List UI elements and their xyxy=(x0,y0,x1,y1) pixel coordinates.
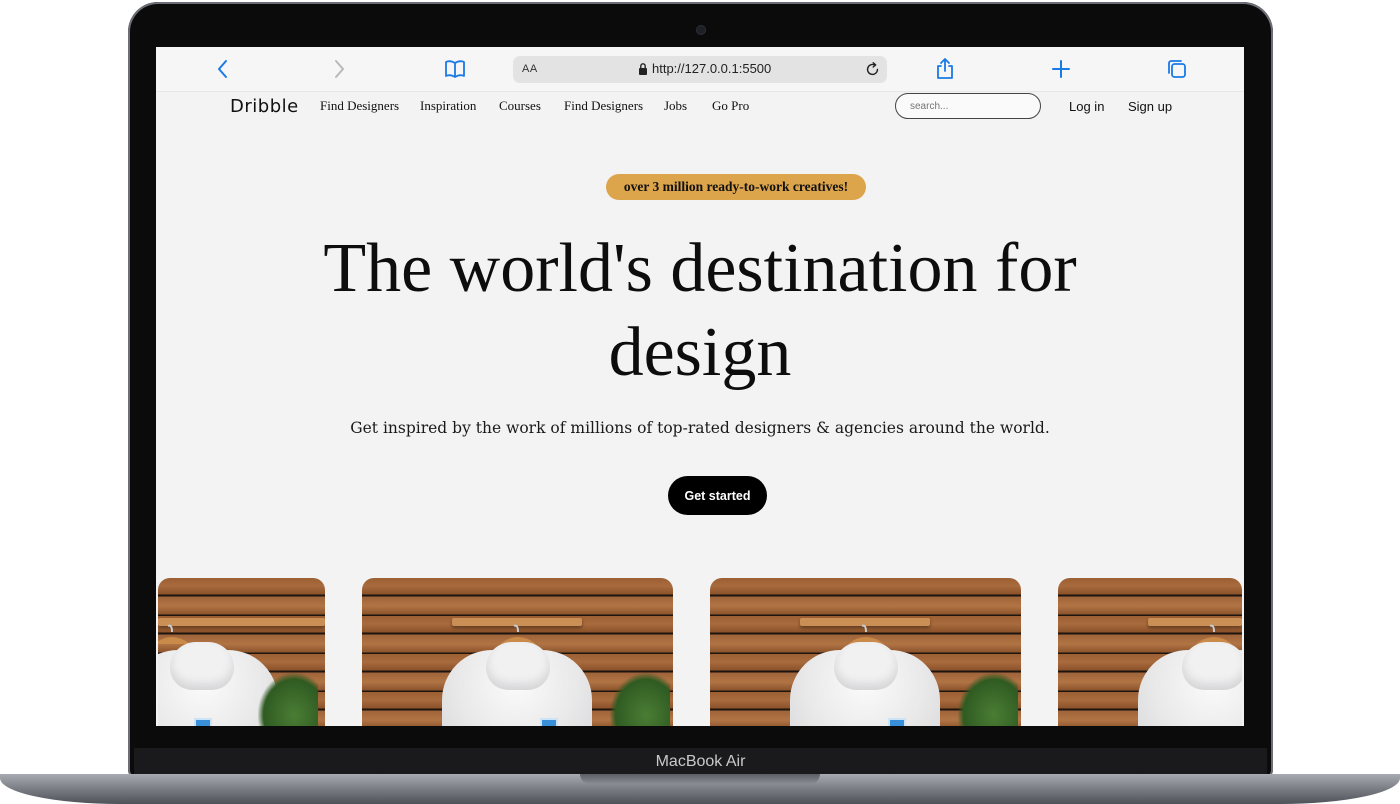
patch xyxy=(540,718,558,726)
plant xyxy=(958,673,1018,726)
nav-link-courses[interactable]: Courses xyxy=(499,98,541,114)
hood xyxy=(1182,642,1242,690)
lock-icon xyxy=(639,63,647,75)
hoodie-card-3[interactable] xyxy=(710,578,1021,726)
get-started-button[interactable]: Get started xyxy=(668,476,767,515)
new-tab-plus-icon[interactable] xyxy=(1049,57,1073,81)
patch xyxy=(194,718,212,726)
hood xyxy=(170,642,234,690)
hero-badge: over 3 million ready-to-work creatives! xyxy=(606,174,866,200)
hoodie-card-1[interactable] xyxy=(158,578,325,726)
nav-link-find-designers-2[interactable]: Find Designers xyxy=(564,98,643,114)
share-icon[interactable] xyxy=(933,57,957,81)
hero-subtitle: Get inspired by the work of millions of … xyxy=(350,419,1050,437)
text-size-button[interactable]: AA xyxy=(522,63,538,75)
browser-toolbar: AA http://127.0.0.1:5500 xyxy=(156,47,1244,92)
laptop-notch xyxy=(580,774,820,784)
nav-link-find-designers[interactable]: Find Designers xyxy=(320,98,399,114)
site-logo[interactable]: Dribble xyxy=(230,96,299,117)
device-label: MacBook Air xyxy=(655,753,746,770)
screen: AA http://127.0.0.1:5500 Dribble Find De… xyxy=(156,47,1244,726)
plant xyxy=(610,673,670,726)
patch xyxy=(888,718,906,726)
reload-icon[interactable] xyxy=(864,61,881,78)
hero-headline: The world's destination for design xyxy=(323,230,1077,391)
tabs-overview-icon[interactable] xyxy=(1165,57,1189,81)
camera-icon xyxy=(697,26,705,34)
hood xyxy=(834,642,898,690)
forward-chevron-icon[interactable] xyxy=(327,57,351,81)
hoodie-card-2[interactable] xyxy=(362,578,673,726)
signup-link[interactable]: Sign up xyxy=(1128,99,1172,114)
plant xyxy=(258,673,318,726)
hood xyxy=(486,642,550,690)
back-chevron-icon[interactable] xyxy=(211,57,235,81)
url-text[interactable]: http://127.0.0.1:5500 xyxy=(652,61,771,76)
address-bar[interactable]: AA http://127.0.0.1:5500 xyxy=(513,56,887,83)
login-link[interactable]: Log in xyxy=(1069,99,1104,114)
nav-link-go-pro[interactable]: Go Pro xyxy=(712,98,749,114)
nav-link-jobs[interactable]: Jobs xyxy=(664,98,687,114)
bookmarks-book-icon[interactable] xyxy=(443,57,467,81)
nav-link-inspiration[interactable]: Inspiration xyxy=(420,98,476,114)
search-input[interactable] xyxy=(895,93,1041,119)
hoodie-card-4[interactable] xyxy=(1058,578,1242,726)
